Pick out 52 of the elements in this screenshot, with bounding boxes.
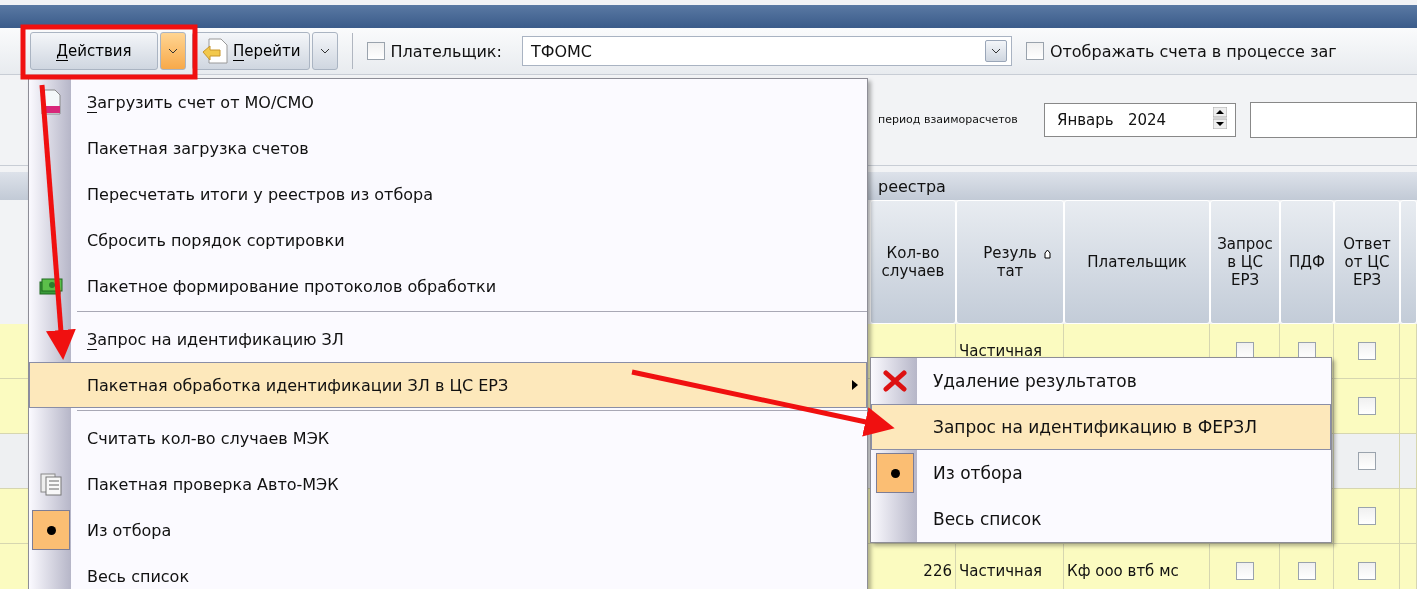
menu-item[interactable]: Пакетная загрузка счетов [29,125,867,171]
goto-button[interactable]: Перейти [192,32,310,70]
column-header[interactable]: ПДФ [1280,200,1334,324]
checkbox[interactable] [1357,562,1376,580]
chevron-down-icon [319,48,330,54]
input-field[interactable] [1250,102,1417,138]
banknotes-icon [39,276,63,296]
menu-item[interactable]: Запрос на идентификацию в ФЕРЗЛ [871,404,1331,450]
menu-item[interactable]: Загрузить счет от МО/СМО [29,79,867,125]
chevron-down-icon [990,48,1001,54]
checkbox[interactable] [1357,342,1376,360]
column-header[interactable]: Плательщик [1064,200,1210,324]
column-header[interactable]: Кол-во случаев [870,200,956,324]
menu-item[interactable]: Пересчетать итоги у реестров из отбора [29,171,867,217]
menu-item[interactable]: Считать кол-во случаев МЭК [29,415,867,461]
menu-item[interactable]: Пакетное формирование протоколов обработки [29,263,867,309]
column-header[interactable]: Ответ от ЦС ЕРЗ [1334,200,1400,324]
table-cell: 226 [870,544,956,589]
payer-combobox[interactable]: ТФОМС [521,36,1012,66]
menu-item[interactable]: Весь список [29,553,867,589]
checkbox[interactable] [1357,397,1376,415]
payer-label: Плательщик: [390,41,502,61]
submenu-arrow-icon [852,380,858,390]
menu-item[interactable]: Из отбора [871,450,1331,496]
column-header[interactable]: Резуль тат [956,200,1064,324]
period-label: период взаиморасчетов [878,111,1019,128]
period-spinner[interactable]: Январь 2024 [1044,103,1236,137]
arrow-document-icon [201,38,229,64]
chevron-down-icon [168,48,178,54]
checkbox[interactable] [1357,507,1376,525]
actions-button[interactable]: Действия [30,32,158,70]
delete-icon [883,370,907,392]
table-cell: Кф ооо втб мс [1064,544,1210,589]
group-title: реестра [878,176,946,196]
menu-item[interactable]: Весь список [871,496,1331,542]
table-cell: Частичная [956,544,1064,589]
checkbox[interactable] [1357,452,1376,470]
dropdown-button[interactable] [311,32,338,70]
show-loading-label: Отображать счета в процессе заг [1049,41,1337,61]
menu-item[interactable]: Запрос на идентификацию ЗЛ [29,316,867,362]
menu-item[interactable]: Пакетная проверка Авто-МЭК [29,461,867,507]
menu-item[interactable]: Сбросить порядок сортировки [29,217,867,263]
menu-item[interactable]: Из отбора [29,507,867,553]
dropdown-button[interactable] [160,32,186,70]
checkbox[interactable] [1025,42,1044,60]
checkbox[interactable] [1297,562,1316,580]
menu-item[interactable]: Пакетная обработка идентификации ЗЛ в ЦС ЕРЗ [29,362,867,408]
list-document-icon [39,472,63,496]
checkbox[interactable] [1235,562,1254,580]
checkbox[interactable] [366,42,385,60]
column-header[interactable]: Запрос в ЦС ЕРЗ [1210,200,1280,324]
column-header[interactable] [1400,200,1417,324]
